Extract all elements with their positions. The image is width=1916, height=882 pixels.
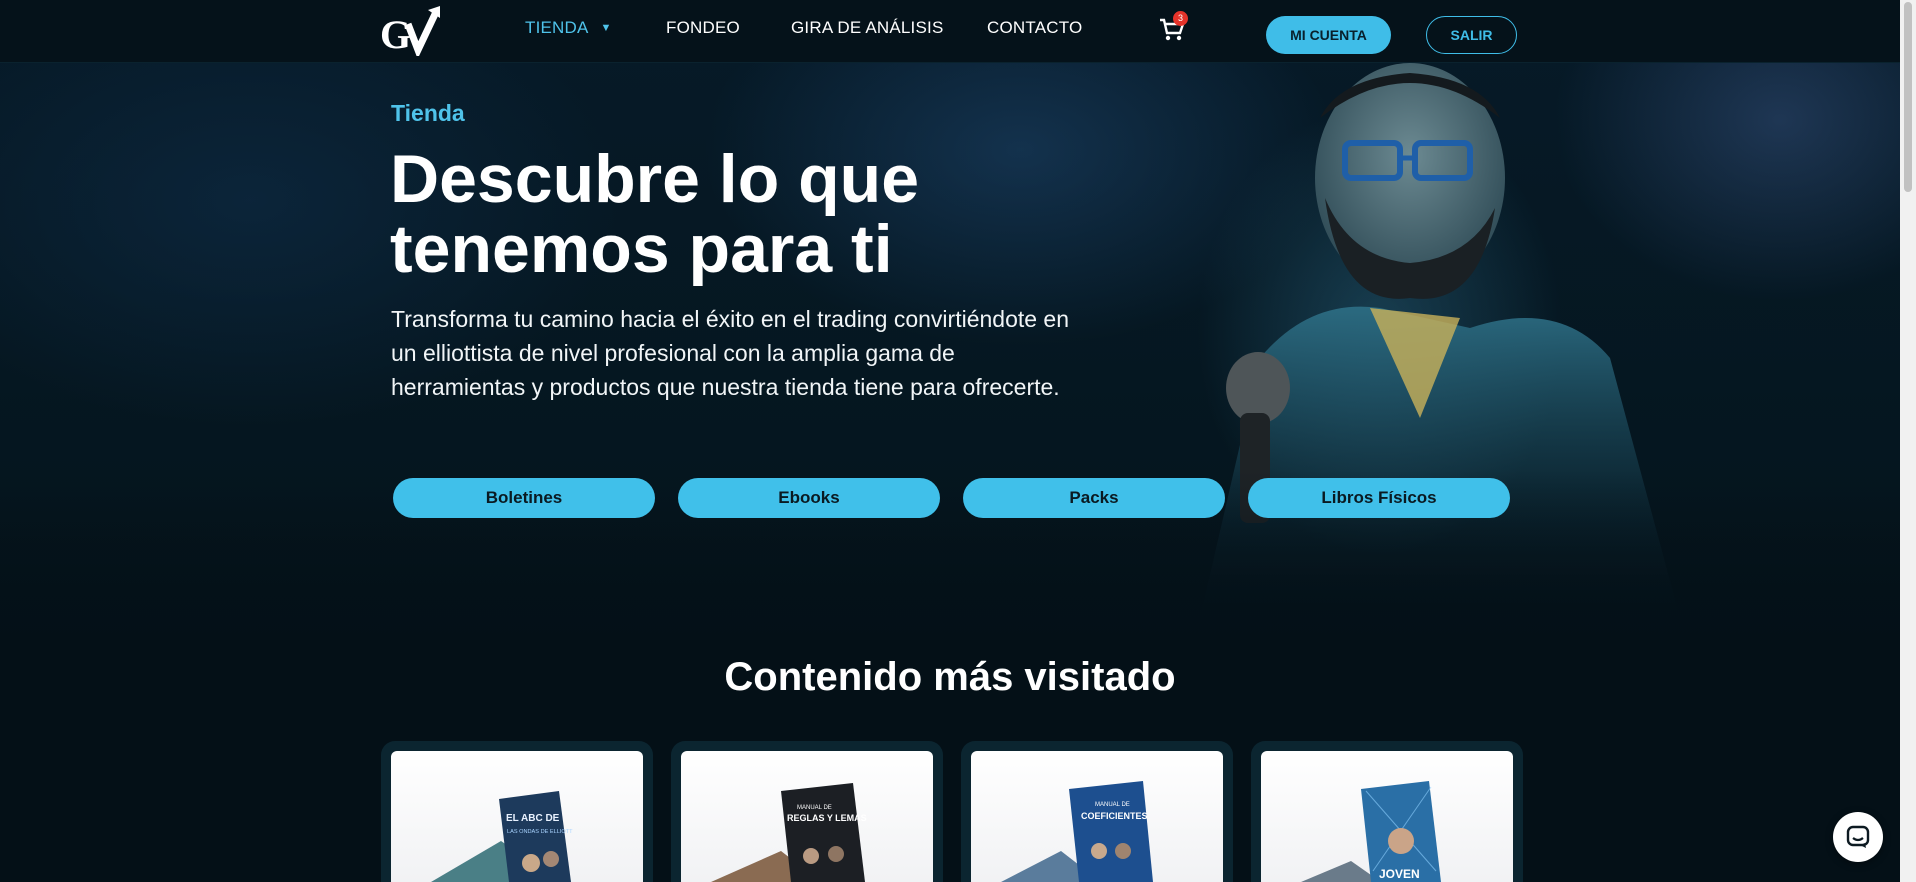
nav-fondeo[interactable]: FONDEO <box>666 18 740 38</box>
category-ebooks-button[interactable]: Ebooks <box>678 478 940 518</box>
chat-button[interactable] <box>1833 812 1883 862</box>
product-image[interactable]: MANUAL DE REGLAS Y LEMAS <box>681 751 933 882</box>
hero-title-line-1: Descubre lo que <box>390 141 920 217</box>
hero-title-line-2: tenemos para ti <box>390 211 893 287</box>
my-account-button[interactable]: MI CUENTA <box>1266 16 1391 54</box>
svg-text:G: G <box>380 12 411 56</box>
product-card[interactable]: JOVEN <box>1251 741 1523 882</box>
nav-gira-de-analisis[interactable]: GIRA DE ANÁLISIS <box>791 18 943 38</box>
product-cover-text-2: REGLAS Y LEMAS <box>787 813 867 823</box>
hero-eyebrow: Tienda <box>391 100 465 126</box>
product-card[interactable]: MANUAL DE REGLAS Y LEMAS <box>671 741 943 882</box>
product-card[interactable]: MANUAL DE COEFICIENTES <box>961 741 1233 882</box>
book-cover-image: JOVEN <box>1301 781 1441 882</box>
hero-fade <box>0 470 1900 670</box>
product-cover-text-1: MANUAL DE <box>797 805 832 811</box>
chat-icon <box>1846 825 1870 848</box>
product-cover-text-2: LAS ONDAS DE ELLIOTT <box>507 829 573 835</box>
hero-title: Descubre lo que tenemos para ti <box>390 144 1090 284</box>
site-header: G TIENDA ▼ FONDEO GIRA DE ANÁLISIS CONTAC… <box>0 0 1900 63</box>
book-cover-image: EL ABC DE LAS ONDAS DE ELLIOTT <box>431 791 573 882</box>
product-image[interactable]: MANUAL DE COEFICIENTES <box>971 751 1223 882</box>
category-boletines-button[interactable]: Boletines <box>393 478 655 518</box>
chevron-down-icon: ▼ <box>600 22 612 34</box>
hero-description: Transforma tu camino hacia el éxito en e… <box>391 306 1070 400</box>
category-libros-fisicos-button[interactable]: Libros Físicos <box>1248 478 1510 518</box>
scrollbar-thumb[interactable] <box>1904 2 1912 192</box>
product-card[interactable]: EL ABC DE LAS ONDAS DE ELLIOTT <box>381 741 653 882</box>
product-cover-text-2: JOVEN <box>1379 867 1420 881</box>
product-cover-text-2: COEFICIENTES <box>1081 811 1148 821</box>
product-cover-text-1: MANUAL DE <box>1095 802 1130 808</box>
product-cover-text-1: EL ABC DE <box>506 813 560 824</box>
nav-tienda[interactable]: TIENDA ▼ <box>525 18 612 38</box>
cart-count-badge: 3 <box>1173 11 1188 26</box>
logout-button[interactable]: SALIR <box>1426 16 1517 54</box>
category-packs-button[interactable]: Packs <box>963 478 1225 518</box>
nav-tienda-label: TIENDA <box>525 18 589 37</box>
gv-logo[interactable]: G <box>378 4 444 56</box>
book-cover-image: MANUAL DE REGLAS Y LEMAS <box>711 783 867 882</box>
product-image[interactable]: EL ABC DE LAS ONDAS DE ELLIOTT <box>391 751 643 882</box>
nav-contacto[interactable]: CONTACTO <box>987 18 1082 38</box>
product-image[interactable]: JOVEN <box>1261 751 1513 882</box>
section-title: Contenido más visitado <box>724 655 1176 699</box>
book-cover-image: MANUAL DE COEFICIENTES <box>1001 781 1153 882</box>
page-scrollbar[interactable] <box>1900 0 1916 882</box>
